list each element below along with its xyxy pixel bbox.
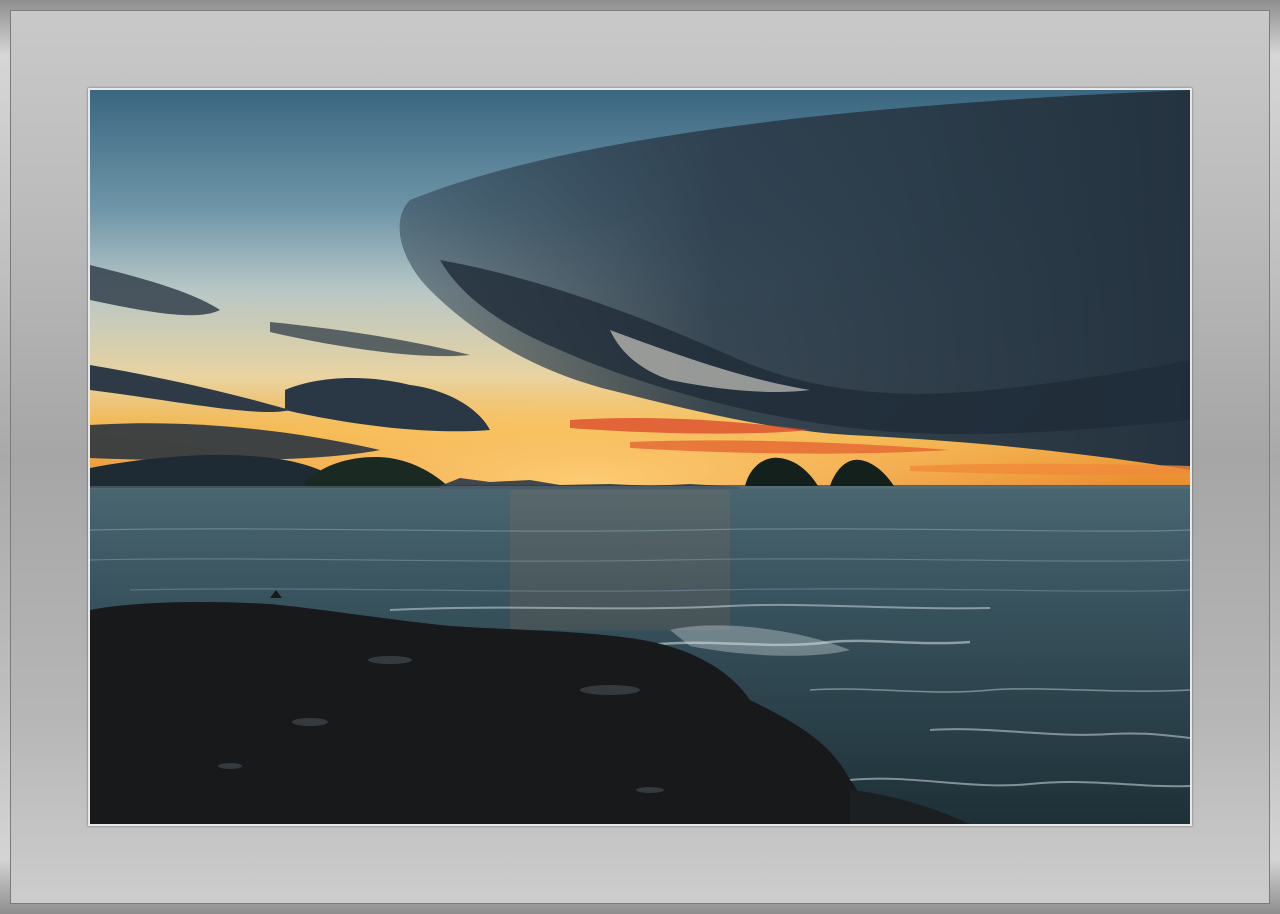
picture-frame (0, 0, 1280, 914)
horizon-line (90, 486, 1190, 489)
sunset-photo (90, 90, 1190, 824)
seascape-illustration (90, 90, 1190, 824)
